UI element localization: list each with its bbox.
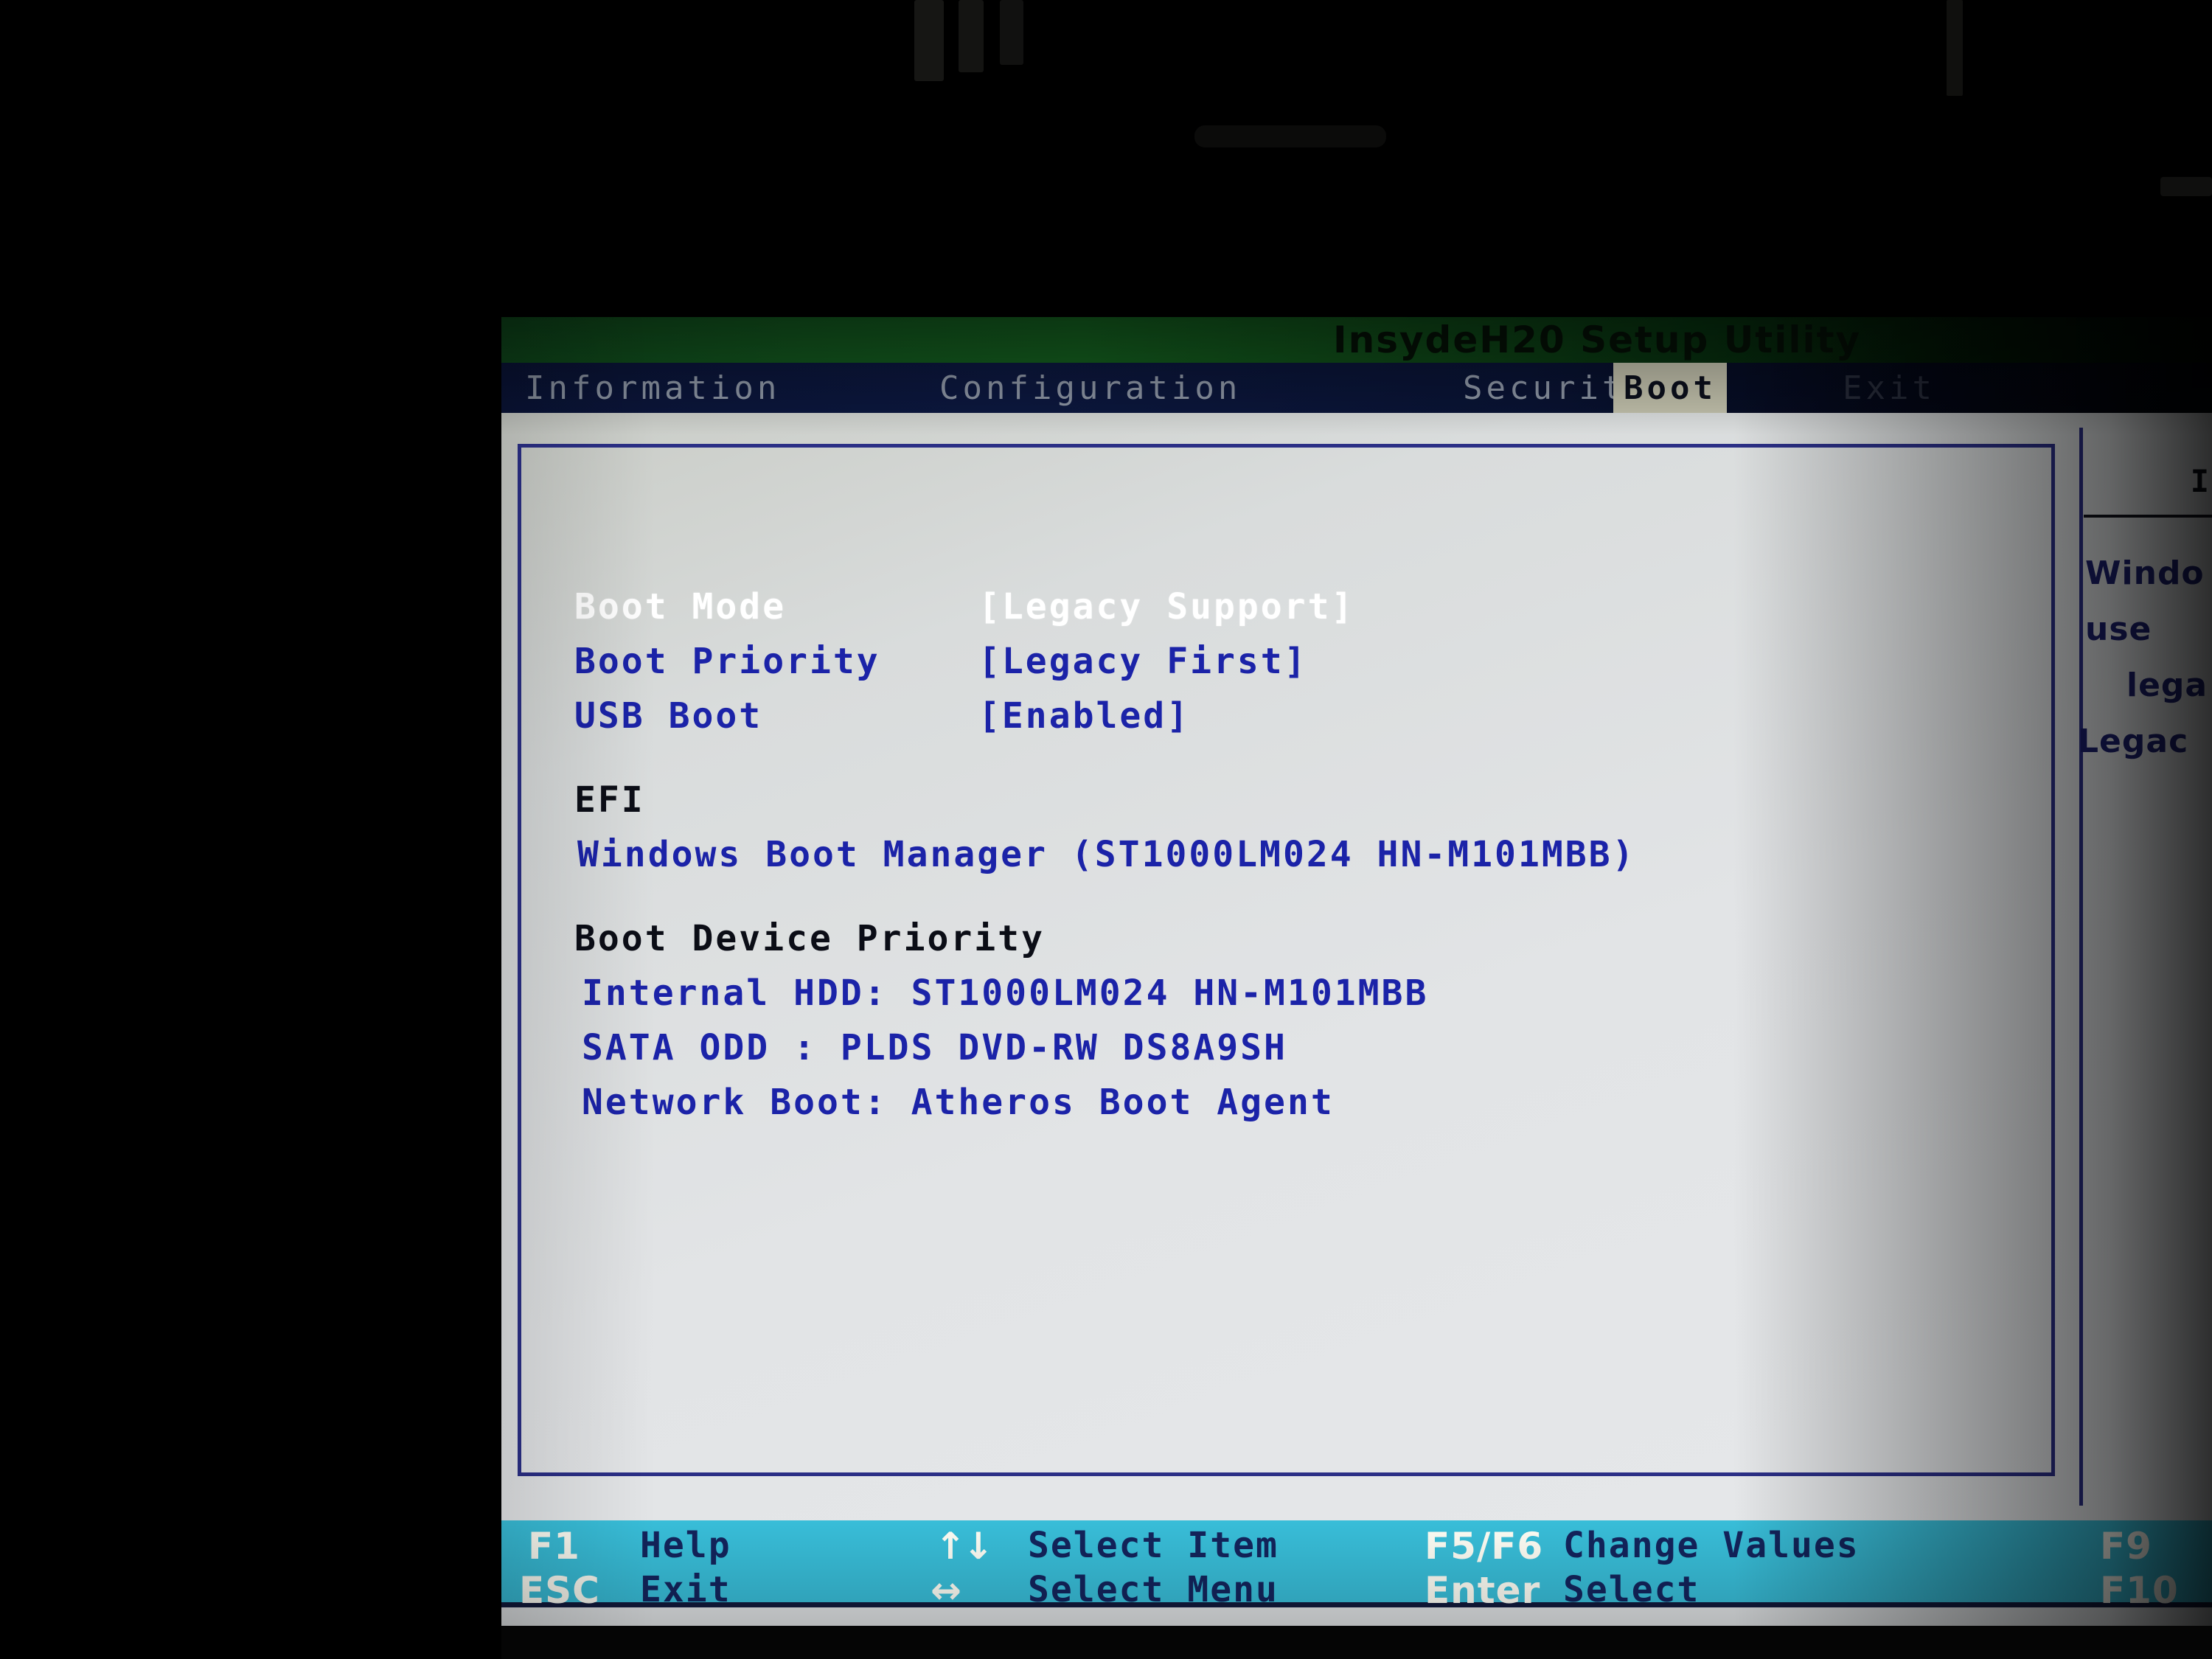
key-f1-desc: Help — [640, 1525, 731, 1566]
screen-bottom-bezel — [501, 1626, 2212, 1659]
help-text-line: Windo — [2085, 554, 2205, 592]
setting-value-boot-priority[interactable]: [Legacy First] — [978, 641, 1308, 682]
efi-boot-entry[interactable]: Windows Boot Manager (ST1000LM024 HN-M10… — [577, 834, 1635, 875]
help-panel-header: I — [2084, 428, 2212, 518]
menu-bar: Information Configuration Security Boot … — [501, 363, 2212, 413]
key-f9[interactable]: F9 — [2100, 1525, 2152, 1568]
help-panel: I Windo use lega Legac — [2078, 428, 2212, 1506]
select-item-desc: Select Item — [1028, 1525, 1279, 1566]
setting-label-usb-boot[interactable]: USB Boot — [574, 695, 762, 737]
select-menu-desc: Select Menu — [1028, 1569, 1279, 1610]
setting-label-boot-priority[interactable]: Boot Priority — [574, 641, 880, 682]
key-esc-desc: Exit — [640, 1569, 731, 1610]
title-bar: InsydeH20 Setup Utility — [501, 317, 2212, 363]
arrow-left-right-icon: ↔ — [931, 1569, 961, 1612]
background-artifact — [1947, 0, 1963, 96]
background-artifact — [2160, 177, 2212, 196]
change-values-desc: Change Values — [1563, 1525, 1860, 1566]
background-artifact — [959, 0, 984, 72]
setting-label-boot-mode[interactable]: Boot Mode — [574, 586, 786, 627]
help-text-line: use — [2085, 611, 2152, 648]
settings-panel: Boot Mode [Legacy Support] Boot Priority… — [518, 444, 2055, 1476]
boot-device-row-sata-odd[interactable]: SATA ODD : PLDS DVD-RW DS8A9SH — [582, 1027, 1287, 1068]
tab-exit[interactable]: Exit — [1832, 363, 1946, 413]
key-enter[interactable]: Enter — [1425, 1569, 1540, 1612]
key-f5-f6[interactable]: F5/F6 — [1425, 1525, 1543, 1568]
arrow-up-down-icon: ↑↓ — [935, 1525, 994, 1568]
key-f10[interactable]: F10 — [2100, 1569, 2179, 1612]
background-artifact — [1194, 125, 1386, 147]
boot-device-row-network-boot[interactable]: Network Boot: Atheros Boot Agent — [582, 1082, 1335, 1123]
background-artifact — [1000, 0, 1023, 65]
bios-setup-screen: InsydeH20 Setup Utility Information Conf… — [501, 317, 2212, 1626]
app-title: InsydeH20 Setup Utility — [1333, 319, 1862, 361]
tab-boot[interactable]: Boot — [1613, 363, 1727, 413]
setting-value-usb-boot[interactable]: [Enabled] — [978, 695, 1190, 737]
select-desc: Select — [1563, 1569, 1700, 1610]
background-artifact — [914, 0, 944, 81]
help-panel-title: I — [2190, 463, 2209, 499]
help-panel-divider — [2079, 428, 2083, 1506]
help-text-line: lega — [2126, 667, 2208, 704]
setting-value-boot-mode[interactable]: [Legacy Support] — [978, 586, 1354, 627]
key-esc[interactable]: ESC — [519, 1569, 600, 1612]
status-bar: F1 Help ESC Exit ↑↓ Select Item ↔ Select… — [501, 1520, 2212, 1612]
boot-device-row-internal-hdd[interactable]: Internal HDD: ST1000LM024 HN-M101MBB — [582, 973, 1428, 1014]
section-heading-efi: EFI — [574, 779, 645, 821]
tab-configuration[interactable]: Configuration — [929, 363, 1251, 413]
tab-information[interactable]: Information — [515, 363, 790, 413]
key-f1[interactable]: F1 — [528, 1525, 580, 1568]
help-text-line: Legac — [2078, 723, 2189, 760]
section-heading-boot-device-priority: Boot Device Priority — [574, 918, 1045, 959]
setup-body: Boot Mode [Legacy Support] Boot Priority… — [501, 413, 2212, 1520]
